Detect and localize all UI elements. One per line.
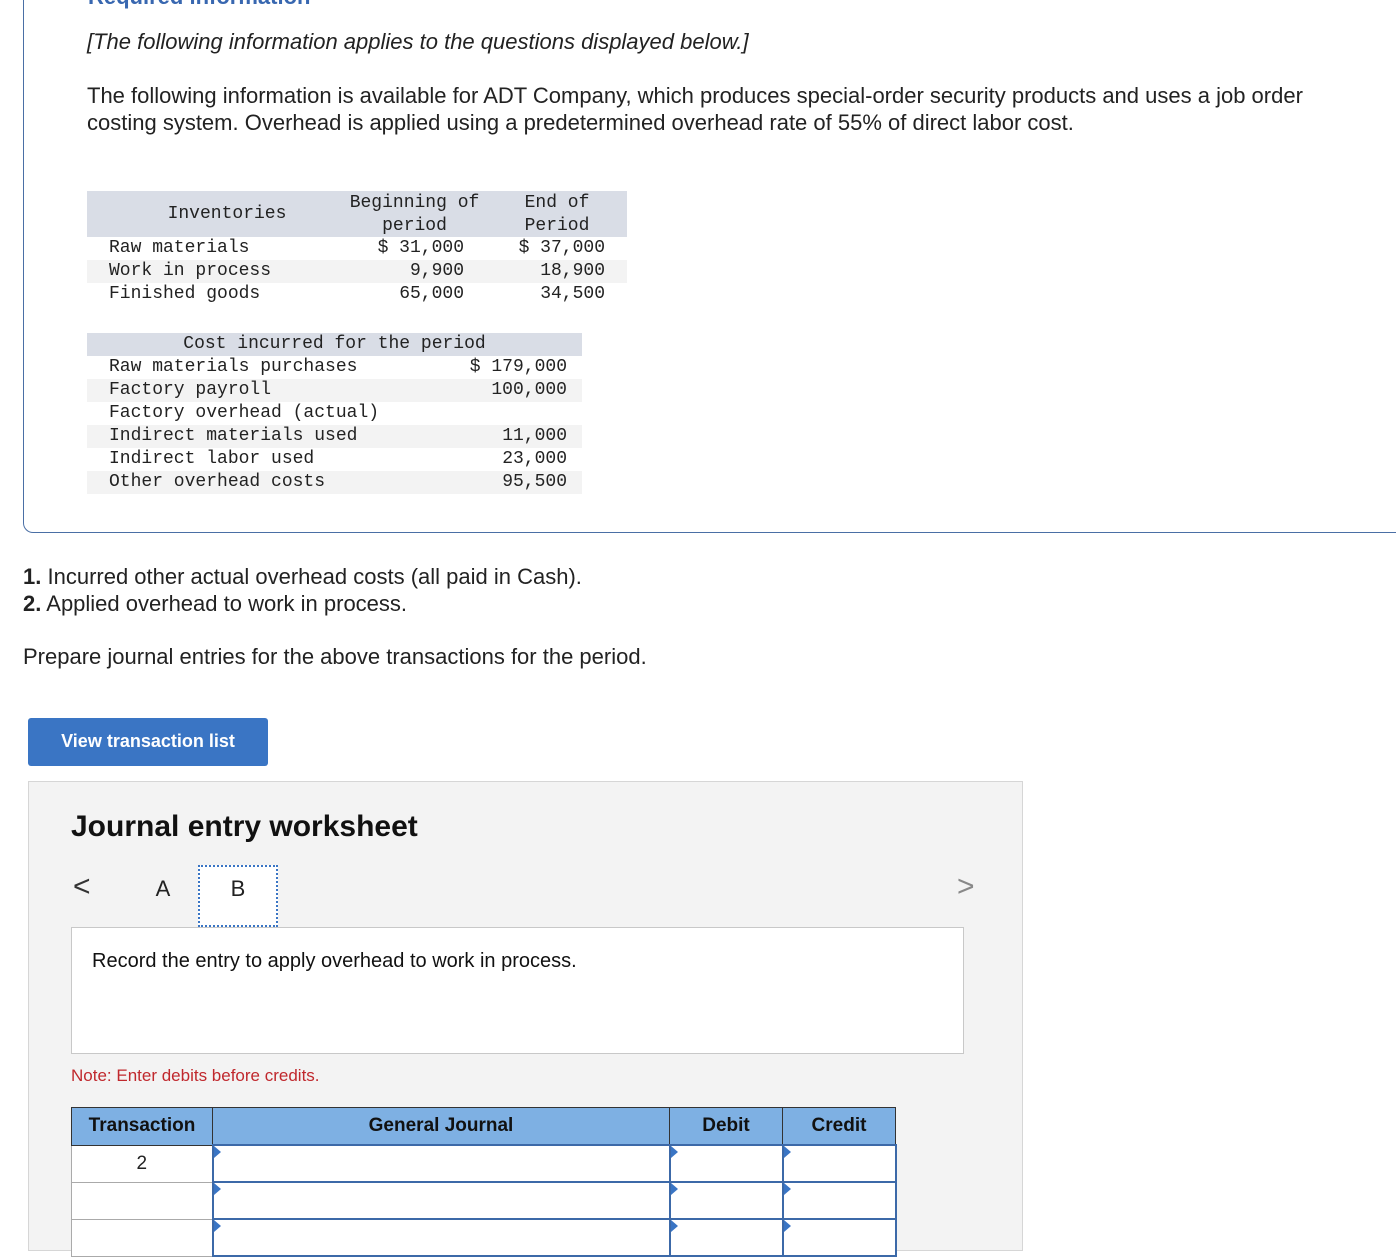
debit-input[interactable] bbox=[668, 1218, 784, 1257]
table-row bbox=[71, 1181, 897, 1220]
credit-input[interactable] bbox=[781, 1144, 897, 1183]
row-value: 23,000 bbox=[502, 449, 567, 469]
table-row: Other overhead costs 95,500 bbox=[87, 471, 582, 494]
begin-header-2: period bbox=[382, 216, 447, 236]
row-label: Finished goods bbox=[109, 284, 261, 304]
account-select[interactable] bbox=[211, 1144, 671, 1183]
question-item: 1. Incurred other actual overhead costs … bbox=[23, 563, 582, 590]
row-value: $ 179,000 bbox=[469, 357, 567, 377]
info-note: [The following information applies to th… bbox=[87, 29, 749, 54]
tab-b[interactable]: B bbox=[198, 865, 278, 927]
questions-list: 1. Incurred other actual overhead costs … bbox=[23, 563, 582, 617]
row-end: 18,900 bbox=[540, 261, 605, 281]
costs-table: Cost incurred for the period Raw materia… bbox=[87, 333, 582, 494]
view-transaction-list-button[interactable]: View transaction list bbox=[28, 718, 268, 766]
inventories-table: Inventories Beginning of period End of P… bbox=[87, 191, 627, 306]
question-text: Incurred other actual overhead costs (al… bbox=[47, 564, 582, 589]
chevron-right-icon[interactable]: > bbox=[957, 870, 975, 904]
intro-text: The following information is available f… bbox=[87, 83, 1303, 135]
table-row: Indirect labor used 23,000 bbox=[87, 448, 582, 471]
credit-input[interactable] bbox=[781, 1181, 897, 1220]
account-select[interactable] bbox=[211, 1218, 671, 1257]
transaction-cell: 2 bbox=[71, 1144, 213, 1183]
table-row: Raw materials purchases $ 179,000 bbox=[87, 356, 582, 379]
transaction-cell bbox=[71, 1181, 213, 1220]
row-begin: 9,900 bbox=[409, 261, 464, 281]
row-label: Indirect materials used bbox=[109, 426, 358, 446]
journal-table: Transaction General Journal Debit Credit… bbox=[71, 1107, 897, 1257]
journal-entry-worksheet: Journal entry worksheet < A B > Record t… bbox=[28, 781, 1023, 1257]
table-row: Indirect materials used 11,000 bbox=[87, 425, 582, 448]
question-text: Applied overhead to work in process. bbox=[46, 591, 408, 616]
row-label: Factory payroll bbox=[109, 380, 272, 400]
row-end: 34,500 bbox=[540, 284, 605, 304]
row-value: 95,500 bbox=[502, 472, 567, 492]
inventories-header: Inventories Beginning of period End of P… bbox=[87, 191, 627, 237]
debit-input[interactable] bbox=[668, 1181, 784, 1220]
row-label: Raw materials purchases bbox=[109, 357, 358, 377]
table-row: Finished goods 65,000 34,500 bbox=[87, 283, 627, 306]
chevron-left-icon[interactable]: < bbox=[73, 870, 91, 904]
col-general-journal: General Journal bbox=[212, 1107, 670, 1146]
credit-input[interactable] bbox=[781, 1218, 897, 1257]
transaction-cell bbox=[71, 1218, 213, 1257]
row-label: Raw materials bbox=[109, 238, 250, 258]
row-value: 100,000 bbox=[491, 380, 567, 400]
end-header-1: End of bbox=[524, 193, 590, 213]
row-label: Work in process bbox=[109, 261, 272, 281]
inventories-header-label: Inventories bbox=[167, 204, 287, 224]
col-credit: Credit bbox=[782, 1107, 896, 1146]
row-label: Other overhead costs bbox=[109, 472, 326, 492]
col-debit: Debit bbox=[669, 1107, 783, 1146]
debit-input[interactable] bbox=[668, 1144, 784, 1183]
row-label: Factory overhead (actual) bbox=[109, 403, 380, 423]
table-row: Work in process 9,900 18,900 bbox=[87, 260, 627, 283]
table-row: Raw materials $ 31,000 $ 37,000 bbox=[87, 237, 627, 260]
end-header-2: Period bbox=[524, 216, 590, 236]
required-info-title: Required information bbox=[88, 0, 310, 10]
tab-a[interactable]: A bbox=[141, 874, 185, 904]
row-begin: 65,000 bbox=[399, 284, 464, 304]
row-label: Indirect labor used bbox=[109, 449, 315, 469]
instructions-text: Prepare journal entries for the above tr… bbox=[23, 644, 647, 669]
row-value: 11,000 bbox=[502, 426, 567, 446]
costs-header: Cost incurred for the period bbox=[87, 333, 582, 356]
entry-prompt: Record the entry to apply overhead to wo… bbox=[92, 950, 577, 972]
row-end: $ 37,000 bbox=[518, 238, 605, 258]
begin-header-1: Beginning of bbox=[349, 193, 480, 213]
worksheet-title: Journal entry worksheet bbox=[71, 810, 418, 843]
question-number: 1. bbox=[23, 564, 42, 589]
account-select[interactable] bbox=[211, 1181, 671, 1220]
row-begin: $ 31,000 bbox=[377, 238, 464, 258]
question-number: 2. bbox=[23, 591, 42, 616]
debits-note: Note: Enter debits before credits. bbox=[71, 1066, 320, 1085]
table-row bbox=[71, 1218, 897, 1257]
question-item: 2. Applied overhead to work in process. bbox=[23, 590, 582, 617]
entry-prompt-box: Record the entry to apply overhead to wo… bbox=[71, 927, 964, 1054]
table-row: Factory overhead (actual) bbox=[87, 402, 582, 425]
col-transaction: Transaction bbox=[71, 1107, 213, 1146]
table-row: Factory payroll 100,000 bbox=[87, 379, 582, 402]
table-row: 2 bbox=[71, 1144, 897, 1183]
